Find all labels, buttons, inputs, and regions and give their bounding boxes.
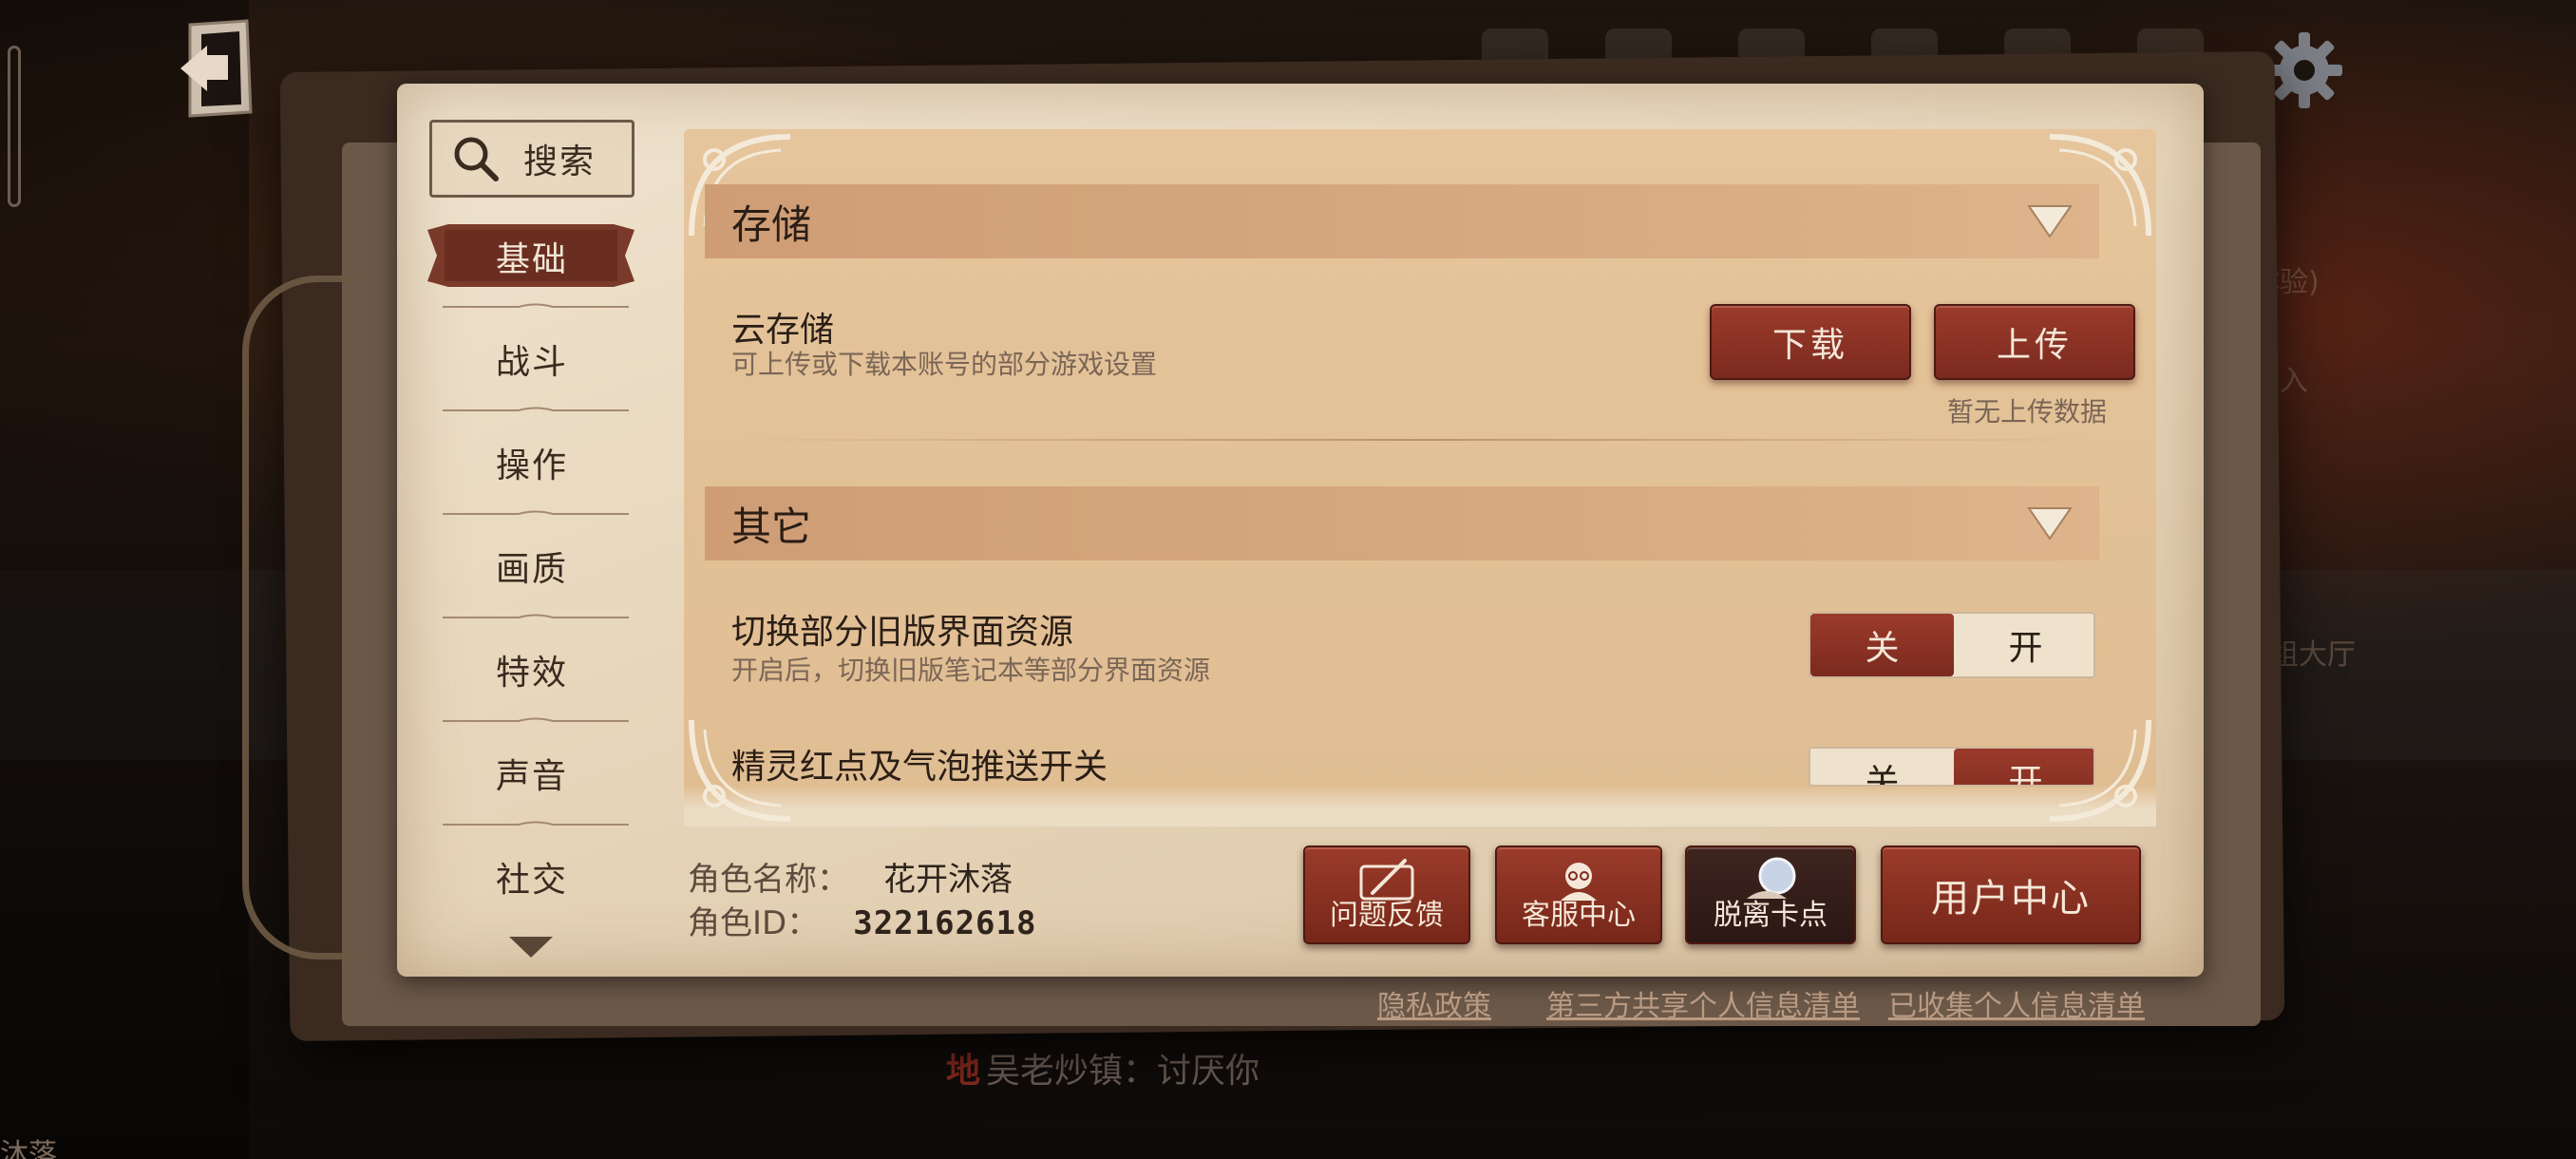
chat-message: 吴老炒镇：讨厌你	[986, 1052, 1260, 1091]
role-id-value: 322162618	[853, 904, 1037, 942]
scroll-down-arrow-icon[interactable]	[507, 935, 555, 960]
section-title: 存储	[731, 200, 812, 248]
edge-handle[interactable]	[8, 46, 21, 207]
sidebar-item-basic[interactable]: 基础	[429, 211, 635, 302]
legacy-ui-title: 切换部分旧版界面资源	[731, 613, 1074, 652]
role-id-row: 角色ID： 322162618	[688, 897, 1036, 943]
upload-status-text: 暂无上传数据	[1947, 396, 2108, 428]
row-divider	[731, 439, 2099, 441]
unstuck-label: 脱离卡点	[1714, 899, 1828, 932]
legacy-ui-toggle[interactable]: 关 开	[1809, 612, 2095, 678]
sidebar-item-combat[interactable]: 战斗	[429, 314, 635, 405]
sidebar-divider	[443, 407, 629, 411]
corner-ornament-icon	[689, 719, 791, 822]
sidebar-divider	[443, 510, 629, 515]
sidebar-divider	[443, 614, 629, 618]
sidebar-divider	[443, 303, 629, 308]
role-name-row: 角色名称： 花开沐落	[688, 853, 1013, 900]
background-left-shade	[0, 0, 249, 1159]
privacy-policy-link[interactable]: 隐私政策	[1377, 982, 1491, 1024]
chat-channel-tag: 地	[946, 1052, 981, 1091]
user-center-button[interactable]: 用户中心	[1881, 846, 2141, 944]
toggle-off-option[interactable]: 关	[1810, 614, 1954, 676]
collapse-triangle-icon[interactable]	[2027, 506, 2073, 541]
sidebar-item-graphics[interactable]: 画质	[429, 521, 635, 612]
corner-ornament-icon	[2049, 719, 2151, 822]
third-party-info-link[interactable]: 第三方共享个人信息清单	[1546, 982, 1860, 1024]
search-label: 搜索	[523, 142, 597, 181]
sidebar-item-social[interactable]: 社交	[429, 831, 635, 922]
feedback-label: 问题反馈	[1330, 899, 1444, 932]
upload-button[interactable]: 上传	[1934, 304, 2135, 380]
role-name-value: 花开沐落	[883, 861, 1013, 899]
background-chat-line: 地吴老炒镇：讨厌你	[946, 1043, 1260, 1092]
sidebar-item-effects[interactable]: 特效	[429, 624, 635, 715]
toggle-off-option[interactable]: 关	[1810, 754, 1954, 785]
content-scroll-fade	[684, 785, 2156, 826]
section-header-other[interactable]: 其它	[705, 486, 2099, 560]
feedback-button[interactable]: 问题反馈	[1303, 846, 1470, 944]
role-id-label: 角色ID：	[688, 904, 820, 942]
toggle-on-option[interactable]: 开	[1954, 614, 2093, 676]
search-icon	[454, 137, 499, 181]
legacy-ui-description: 开启后，切换旧版笔记本等部分界面资源	[731, 655, 1211, 686]
download-button[interactable]: 下载	[1710, 304, 1911, 380]
background-partial-text: 沐落	[0, 1138, 57, 1159]
sidebar-item-controls[interactable]: 操作	[429, 417, 635, 508]
book-rope	[242, 276, 356, 960]
cloud-storage-description: 可上传或下载本账号的部分游戏设置	[731, 349, 1158, 380]
sidebar-divider	[443, 717, 629, 722]
customer-service-button[interactable]: 客服中心	[1495, 846, 1662, 944]
sidebar-item-sound[interactable]: 声音	[429, 728, 635, 819]
search-button[interactable]: 搜索	[429, 120, 635, 198]
section-title: 其它	[731, 503, 812, 550]
section-header-storage[interactable]: 存储	[705, 184, 2099, 258]
exit-icon[interactable]	[152, 17, 264, 120]
customer-service-label: 客服中心	[1522, 899, 1636, 932]
background-partial-text: 组大厅	[2270, 638, 2356, 672]
collected-info-link[interactable]: 已收集个人信息清单	[1888, 982, 2145, 1024]
sidebar-divider	[443, 821, 629, 826]
collapse-triangle-icon[interactable]	[2027, 204, 2073, 238]
role-name-label: 角色名称：	[688, 861, 849, 899]
unstuck-button[interactable]: 脱离卡点	[1685, 846, 1856, 944]
gear-icon[interactable]	[2263, 28, 2346, 112]
